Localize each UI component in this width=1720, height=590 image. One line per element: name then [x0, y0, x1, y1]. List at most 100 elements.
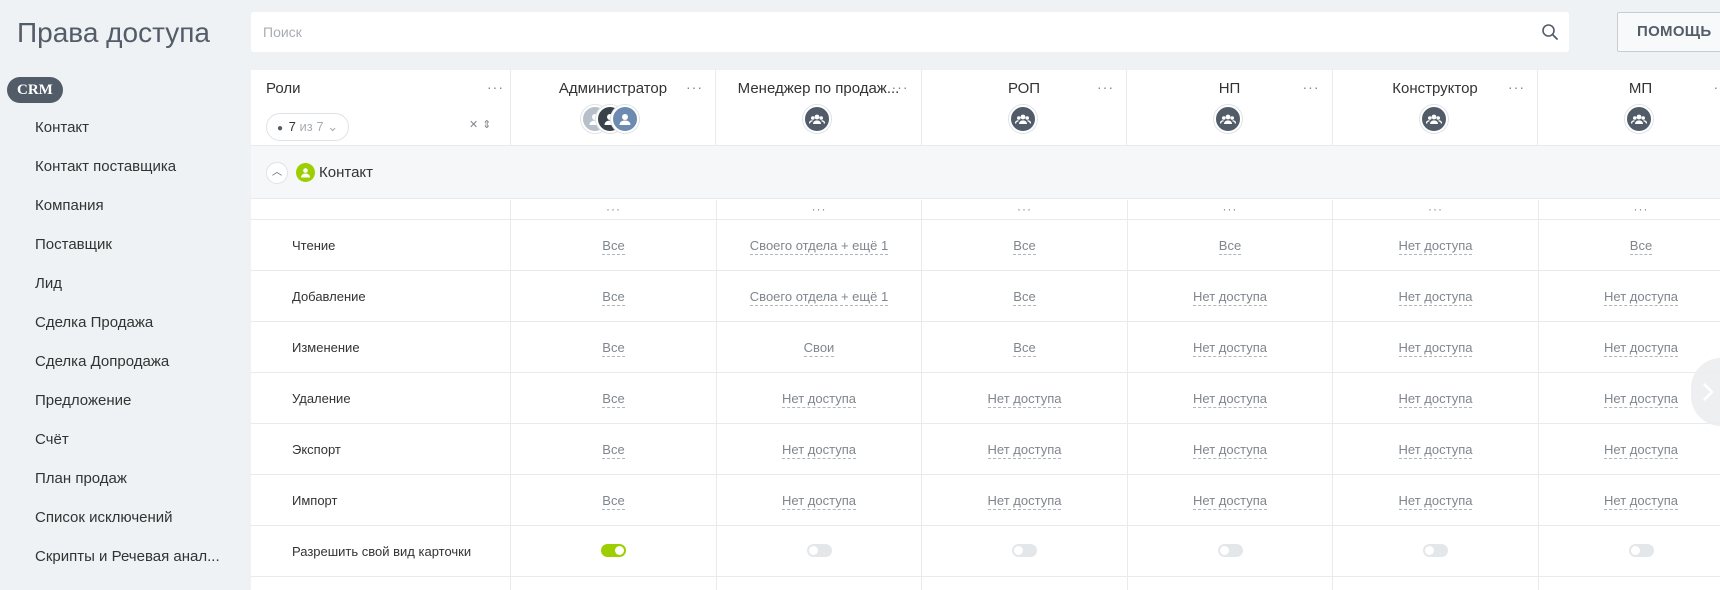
permission-value-link[interactable]: Нет доступа — [1193, 442, 1267, 459]
permission-value-link[interactable]: Все — [602, 238, 625, 255]
permission-value-link[interactable]: Нет доступа — [987, 493, 1062, 510]
permission-value-link[interactable]: Нет доступа — [1398, 340, 1473, 357]
permission-cell: Своего отдела + ещё 1 — [717, 238, 922, 255]
sidebar-item[interactable]: Лид — [35, 264, 220, 303]
role-name[interactable]: Администратор — [511, 80, 715, 97]
column-actions-dots-icon[interactable]: ··· — [717, 202, 922, 216]
group-icon[interactable] — [1214, 105, 1242, 133]
permission-label: Добавление — [292, 289, 366, 304]
role-name[interactable]: Конструктор — [1333, 80, 1537, 97]
group-icon[interactable] — [1625, 105, 1653, 133]
permission-value-link[interactable]: Своего отдела + ещё 1 — [749, 289, 889, 306]
role-menu-dots-icon[interactable]: ··· — [892, 80, 909, 94]
chevron-up-icon[interactable]: ︿ — [266, 162, 288, 184]
search-input[interactable] — [251, 12, 1569, 52]
permission-value-link[interactable]: Нет доступа — [1193, 289, 1267, 306]
permission-value-link[interactable]: Все — [1629, 238, 1653, 255]
permission-value-link[interactable]: Нет доступа — [1604, 340, 1678, 357]
permission-value-link[interactable]: Все — [1013, 289, 1036, 306]
sidebar-item[interactable]: План продаж — [35, 459, 220, 498]
toggle-switch-off[interactable] — [1628, 544, 1654, 557]
roles-menu-dots-icon[interactable]: ··· — [487, 80, 504, 94]
permission-value-link[interactable]: Все — [1013, 340, 1036, 357]
permission-value-link[interactable]: Все — [602, 493, 625, 510]
permission-value-link[interactable]: Нет доступа — [1604, 289, 1678, 306]
permission-value-link[interactable]: Нет доступа — [1398, 289, 1473, 306]
permission-row: Чтение Все Своего отдела + ещё 1 Все Все Нет … — [251, 220, 1720, 271]
sidebar-item[interactable]: Предложение — [35, 381, 220, 420]
toggle-switch-off[interactable] — [1423, 544, 1448, 557]
role-name[interactable]: Менеджер по продаж... — [717, 80, 921, 97]
role-menu-dots-icon[interactable]: ··· — [1508, 80, 1525, 94]
role-menu-dots-icon[interactable]: ··· — [1303, 80, 1320, 94]
crm-badge[interactable]: CRM — [7, 77, 63, 103]
permission-value-link[interactable]: Нет доступа — [1193, 340, 1267, 357]
role-menu-dots-icon[interactable]: ··· — [1097, 80, 1114, 94]
search-bar[interactable] — [251, 12, 1569, 52]
sidebar-item[interactable]: Сделка Продажа — [35, 303, 220, 342]
sidebar-item[interactable]: Сделка Допродажа — [35, 342, 220, 381]
group-icon[interactable] — [803, 105, 831, 133]
permission-value-link[interactable]: Нет доступа — [1398, 238, 1473, 255]
role-name[interactable]: НП — [1128, 80, 1332, 97]
help-button[interactable]: ПОМОЩЬ — [1617, 12, 1720, 52]
role-menu-dots-icon[interactable]: ··· — [686, 80, 703, 94]
permission-value-link[interactable]: Нет доступа — [1193, 493, 1267, 510]
permission-value-link[interactable]: Все — [602, 391, 625, 408]
permission-value-link[interactable]: Нет доступа — [987, 442, 1062, 459]
permission-label: Удаление — [292, 391, 351, 406]
permission-value-link[interactable]: Нет доступа — [1398, 493, 1473, 510]
permission-cell: Все — [511, 442, 716, 459]
column-actions-dots-icon[interactable]: ··· — [1128, 202, 1333, 216]
role-name[interactable]: МП — [1539, 80, 1720, 97]
permission-value-link[interactable]: Своего отдела + ещё 1 — [749, 238, 889, 255]
permission-value-link[interactable]: Нет доступа — [1398, 442, 1473, 459]
permission-value-link[interactable]: Нет доступа — [1604, 391, 1678, 408]
sidebar-item[interactable]: Контакт — [35, 108, 220, 147]
sidebar-item[interactable]: Компания — [35, 186, 220, 225]
permission-value-link[interactable]: Нет доступа — [1193, 391, 1267, 408]
permission-value-link[interactable]: Нет доступа — [1604, 442, 1678, 459]
permission-value-link[interactable]: Все — [1218, 238, 1242, 255]
permission-value-link[interactable]: Все — [602, 442, 625, 459]
sidebar-item[interactable]: Счёт — [35, 420, 220, 459]
toggle-switch-off[interactable] — [1217, 544, 1243, 557]
user-avatar-icon[interactable] — [611, 105, 639, 133]
permission-value-link[interactable]: Нет доступа — [1604, 493, 1678, 510]
column-actions-dots-icon[interactable]: ··· — [1333, 202, 1538, 216]
role-column-header: НП ··· — [1128, 70, 1333, 145]
column-actions-dots-icon[interactable]: ··· — [1539, 202, 1720, 216]
permission-cell: Нет доступа — [1539, 493, 1720, 510]
sidebar-item[interactable]: Скрипты и Речевая анал... — [35, 537, 220, 576]
collapse-expand-icon[interactable]: ✕⇕ — [469, 118, 495, 131]
permission-value-link[interactable]: Все — [602, 289, 625, 306]
permission-cell: Нет доступа — [1539, 340, 1720, 357]
permission-value-link[interactable]: Нет доступа — [987, 391, 1062, 408]
permission-value-link[interactable]: Нет доступа — [782, 442, 856, 459]
permission-value-link[interactable]: Нет доступа — [782, 493, 856, 510]
permission-cell: Все — [511, 493, 716, 510]
role-name[interactable]: РОП — [922, 80, 1126, 97]
column-actions-dots-icon[interactable]: ··· — [922, 202, 1127, 216]
permission-value-link[interactable]: Свои — [803, 340, 835, 357]
sidebar-item[interactable]: Контакт поставщика — [35, 147, 220, 186]
sidebar-item[interactable]: Список исключений — [35, 498, 220, 537]
toggle-cell — [922, 544, 1127, 560]
sidebar-item[interactable]: Поставщик — [35, 225, 220, 264]
role-column-header: МП··· — [1539, 70, 1720, 145]
permission-value-link[interactable]: Нет доступа — [782, 391, 856, 408]
role-column-header: Менеджер по продаж... ··· — [717, 70, 922, 145]
role-menu-dots-icon[interactable]: ··· — [1714, 80, 1720, 94]
permission-value-link[interactable]: Нет доступа — [1398, 391, 1473, 408]
roles-visibility-selector[interactable]: ● 7 из 7 ⌄ — [266, 113, 350, 141]
column-actions-dots-icon[interactable]: ··· — [511, 202, 716, 216]
group-icon[interactable] — [1008, 105, 1037, 133]
toggle-cell — [511, 544, 716, 560]
toggle-switch-off[interactable] — [1012, 544, 1037, 557]
permission-value-link[interactable]: Все — [602, 340, 625, 357]
toggle-switch-off[interactable] — [806, 544, 832, 557]
toggle-switch-on[interactable] — [601, 544, 626, 557]
permission-value-link[interactable]: Все — [1013, 238, 1036, 255]
group-icon[interactable] — [1419, 105, 1448, 133]
search-icon[interactable] — [1541, 23, 1559, 41]
